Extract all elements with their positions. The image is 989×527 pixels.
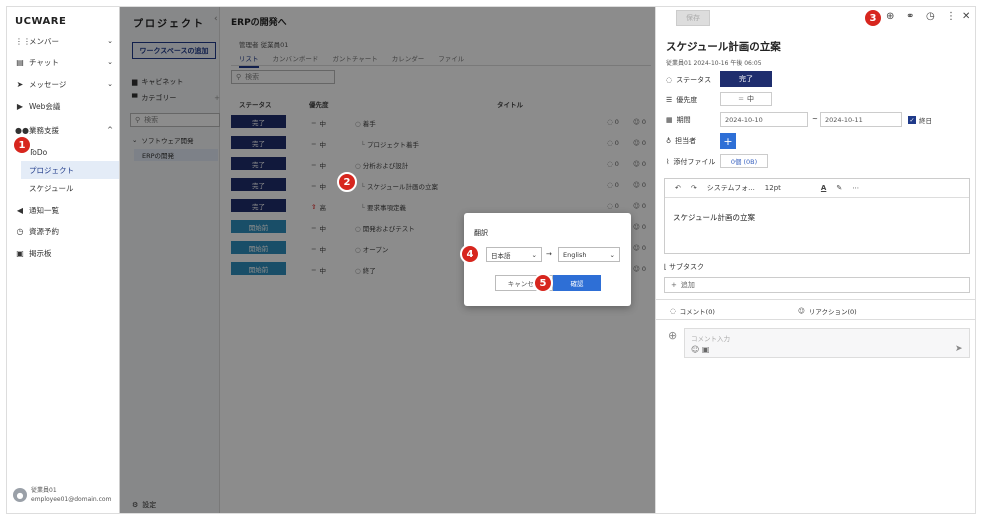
source-language-select[interactable]: 日本語 ⌄ bbox=[486, 247, 542, 262]
subtask-label: ⌊ サブタスク bbox=[664, 263, 704, 271]
calendar-icon: ▦ bbox=[666, 116, 673, 124]
step-marker-2: 2 bbox=[337, 172, 357, 192]
font-select[interactable]: システムフォ... bbox=[707, 183, 755, 193]
comment-input[interactable]: コメント入力 ☺ ▣ ➤ bbox=[684, 328, 970, 358]
task-author: 従業員01 2024-10-16 午後 06:05 bbox=[666, 60, 762, 67]
status-select[interactable]: 完了 bbox=[720, 71, 772, 87]
app-window: UCWARE ⋮⋮ メンバー ⌄ ▤ チャット ⌄ ➤ メッセージ ⌄ ▶ Web会議 ●● 業… bbox=[6, 6, 976, 514]
text-color-icon[interactable]: A bbox=[821, 184, 826, 192]
priority-label: ☰ 優先度 bbox=[666, 96, 698, 104]
editor-toolbar: ↶ ↷ システムフォ... 12pt A ✎ ⋯ bbox=[665, 179, 969, 198]
undo-icon[interactable]: ↶ bbox=[675, 184, 681, 192]
comment-icon: ◌ bbox=[670, 307, 676, 315]
confirm-button[interactable]: 確認 bbox=[553, 275, 601, 291]
divider bbox=[656, 299, 975, 300]
target-language-select[interactable]: English ⌄ bbox=[558, 247, 620, 262]
editor-content: スケジュール計画の立案 bbox=[673, 213, 755, 222]
chevron-down-icon: ⌄ bbox=[531, 250, 537, 259]
paperclip-icon: ⌇ bbox=[666, 158, 670, 166]
person-icon: ♁ bbox=[666, 137, 672, 145]
period-label: ▦ 期間 bbox=[666, 116, 691, 124]
comment-placeholder: コメント入力 bbox=[691, 335, 730, 343]
chevron-down-icon: ⌄ bbox=[609, 250, 615, 259]
redo-icon[interactable]: ↷ bbox=[691, 184, 697, 192]
add-assignee-button[interactable]: + bbox=[720, 133, 736, 149]
add-comment-icon[interactable]: ⊕ bbox=[668, 329, 677, 342]
translate-dialog: 翻訳 日本語 ⌄ → English ⌄ キャンセル 確認 bbox=[464, 213, 631, 306]
step-marker-5: 5 bbox=[533, 273, 553, 293]
rich-text-editor[interactable]: ↶ ↷ システムフォ... 12pt A ✎ ⋯ スケジュール計画の立案 bbox=[664, 178, 970, 254]
task-title: スケジュール計画の立案 bbox=[666, 41, 781, 53]
step-marker-1: 1 bbox=[12, 135, 32, 155]
task-detail-panel: 保存 ⊕ ⚭ ◷ ⋮ ✕ スケジュール計画の立案 従業員01 2024-10-1… bbox=[655, 7, 975, 513]
emoji-icon[interactable]: ☺ ▣ bbox=[691, 345, 709, 354]
size-select[interactable]: 12pt bbox=[765, 184, 781, 192]
tab-reactions[interactable]: ☺ リアクション(0) bbox=[798, 306, 857, 316]
allday-checkbox[interactable]: ✓ 終日 bbox=[908, 115, 932, 125]
smile-icon: ☺ bbox=[798, 307, 805, 315]
divider bbox=[656, 319, 975, 320]
save-button[interactable]: 保存 bbox=[676, 10, 710, 26]
arrow-icon: → bbox=[546, 250, 552, 258]
start-date-field[interactable]: 2024-10-10 bbox=[720, 112, 808, 127]
status-label: ◌ ステータス bbox=[666, 76, 712, 84]
more-icon[interactable]: ⋮ bbox=[946, 11, 956, 22]
close-icon[interactable]: ✕ bbox=[962, 11, 970, 22]
sidebar-cover bbox=[7, 7, 120, 513]
attach-button[interactable]: 0個 (0B) bbox=[720, 154, 768, 168]
tab-comments[interactable]: ◌ コメント(0) bbox=[670, 306, 715, 316]
assignee-label: ♁ 担当者 bbox=[666, 137, 697, 145]
history-icon[interactable]: ◷ bbox=[926, 11, 935, 22]
link-icon[interactable]: ⚭ bbox=[906, 11, 914, 22]
dialog-title: 翻訳 bbox=[474, 229, 488, 237]
priority-select[interactable]: = 中 bbox=[720, 92, 772, 106]
status-icon: ◌ bbox=[666, 76, 673, 84]
highlight-icon[interactable]: ✎ bbox=[836, 184, 842, 192]
plus-icon: + bbox=[671, 281, 677, 289]
step-marker-3: 3 bbox=[863, 8, 883, 28]
tilde-separator: ~ bbox=[812, 115, 818, 123]
more-tools-icon[interactable]: ⋯ bbox=[852, 184, 859, 192]
step-marker-4: 4 bbox=[460, 244, 480, 264]
attach-label: ⌇ 添付ファイル bbox=[666, 158, 716, 166]
priority-icon: ☰ bbox=[666, 96, 673, 104]
send-icon[interactable]: ➤ bbox=[955, 344, 963, 354]
translate-icon[interactable]: ⊕ bbox=[886, 11, 894, 22]
check-icon: ✓ bbox=[908, 116, 916, 124]
end-date-field[interactable]: 2024-10-11 bbox=[820, 112, 902, 127]
equal-icon: = bbox=[738, 95, 744, 103]
add-subtask-button[interactable]: + 追加 bbox=[664, 277, 970, 293]
